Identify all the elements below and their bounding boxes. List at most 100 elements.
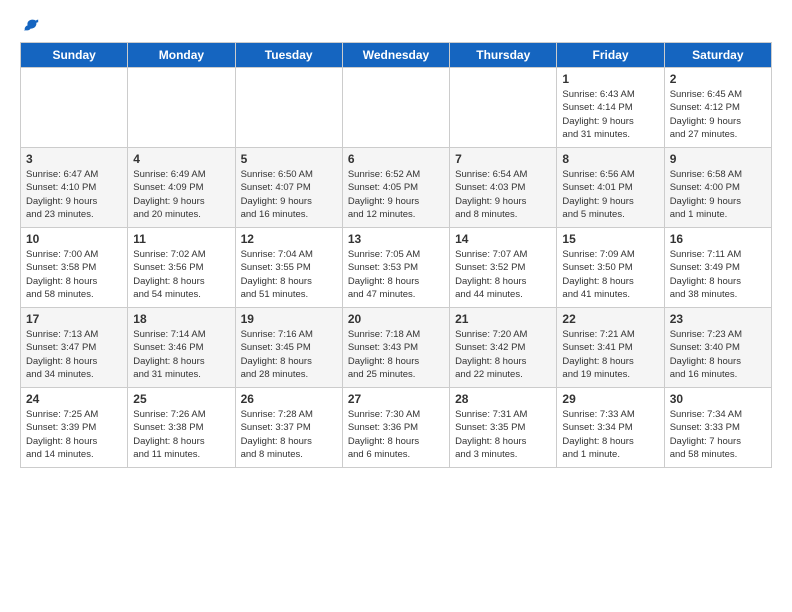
day-number: 21 (455, 312, 551, 326)
day-cell: 28 Sunrise: 7:31 AM Sunset: 3:35 PM Dayli… (450, 388, 557, 468)
day-info: Sunrise: 6:45 AM Sunset: 4:12 PM Dayligh… (670, 88, 766, 141)
day-cell: 24 Sunrise: 7:25 AM Sunset: 3:39 PM Dayli… (21, 388, 128, 468)
day-number: 20 (348, 312, 444, 326)
day-number: 13 (348, 232, 444, 246)
day-info: Sunrise: 7:09 AM Sunset: 3:50 PM Dayligh… (562, 248, 658, 301)
col-header-monday: Monday (128, 43, 235, 68)
day-info: Sunrise: 7:33 AM Sunset: 3:34 PM Dayligh… (562, 408, 658, 461)
day-cell: 20 Sunrise: 7:18 AM Sunset: 3:43 PM Dayli… (342, 308, 449, 388)
col-header-sunday: Sunday (21, 43, 128, 68)
page: SundayMondayTuesdayWednesdayThursdayFrid… (0, 0, 792, 612)
week-row-2: 3 Sunrise: 6:47 AM Sunset: 4:10 PM Daylig… (21, 148, 772, 228)
calendar-table: SundayMondayTuesdayWednesdayThursdayFrid… (20, 42, 772, 468)
col-header-tuesday: Tuesday (235, 43, 342, 68)
day-cell: 14 Sunrise: 7:07 AM Sunset: 3:52 PM Dayli… (450, 228, 557, 308)
day-number: 7 (455, 152, 551, 166)
day-cell: 16 Sunrise: 7:11 AM Sunset: 3:49 PM Dayli… (664, 228, 771, 308)
col-header-saturday: Saturday (664, 43, 771, 68)
day-info: Sunrise: 7:05 AM Sunset: 3:53 PM Dayligh… (348, 248, 444, 301)
day-info: Sunrise: 7:31 AM Sunset: 3:35 PM Dayligh… (455, 408, 551, 461)
week-row-1: 1 Sunrise: 6:43 AM Sunset: 4:14 PM Daylig… (21, 68, 772, 148)
day-cell: 18 Sunrise: 7:14 AM Sunset: 3:46 PM Dayli… (128, 308, 235, 388)
day-info: Sunrise: 6:58 AM Sunset: 4:00 PM Dayligh… (670, 168, 766, 221)
day-number: 10 (26, 232, 122, 246)
day-info: Sunrise: 7:26 AM Sunset: 3:38 PM Dayligh… (133, 408, 229, 461)
day-number: 1 (562, 72, 658, 86)
day-cell: 6Sunrise: 6:52 AM Sunset: 4:05 PM Daylig… (342, 148, 449, 228)
day-info: Sunrise: 7:25 AM Sunset: 3:39 PM Dayligh… (26, 408, 122, 461)
day-info: Sunrise: 7:23 AM Sunset: 3:40 PM Dayligh… (670, 328, 766, 381)
day-number: 16 (670, 232, 766, 246)
day-number: 25 (133, 392, 229, 406)
week-row-3: 10 Sunrise: 7:00 AM Sunset: 3:58 PM Dayli… (21, 228, 772, 308)
logo-text (20, 16, 40, 34)
day-cell (235, 68, 342, 148)
day-number: 22 (562, 312, 658, 326)
day-cell: 21Sunrise: 7:20 AM Sunset: 3:42 PM Dayli… (450, 308, 557, 388)
day-cell: 5Sunrise: 6:50 AM Sunset: 4:07 PM Daylig… (235, 148, 342, 228)
day-cell: 25 Sunrise: 7:26 AM Sunset: 3:38 PM Dayli… (128, 388, 235, 468)
day-cell: 15 Sunrise: 7:09 AM Sunset: 3:50 PM Dayli… (557, 228, 664, 308)
day-info: Sunrise: 6:54 AM Sunset: 4:03 PM Dayligh… (455, 168, 551, 221)
day-number: 2 (670, 72, 766, 86)
day-info: Sunrise: 7:07 AM Sunset: 3:52 PM Dayligh… (455, 248, 551, 301)
day-info: Sunrise: 7:21 AM Sunset: 3:41 PM Dayligh… (562, 328, 658, 381)
week-row-4: 17 Sunrise: 7:13 AM Sunset: 3:47 PM Dayli… (21, 308, 772, 388)
day-number: 18 (133, 312, 229, 326)
day-info: Sunrise: 7:34 AM Sunset: 3:33 PM Dayligh… (670, 408, 766, 461)
day-cell: 29 Sunrise: 7:33 AM Sunset: 3:34 PM Dayli… (557, 388, 664, 468)
day-info: Sunrise: 7:00 AM Sunset: 3:58 PM Dayligh… (26, 248, 122, 301)
day-number: 14 (455, 232, 551, 246)
day-number: 3 (26, 152, 122, 166)
day-cell: 19 Sunrise: 7:16 AM Sunset: 3:45 PM Dayli… (235, 308, 342, 388)
week-row-5: 24 Sunrise: 7:25 AM Sunset: 3:39 PM Dayli… (21, 388, 772, 468)
logo-bird-icon (22, 16, 40, 34)
day-info: Sunrise: 7:16 AM Sunset: 3:45 PM Dayligh… (241, 328, 337, 381)
day-info: Sunrise: 6:56 AM Sunset: 4:01 PM Dayligh… (562, 168, 658, 221)
day-number: 5 (241, 152, 337, 166)
day-cell: 8Sunrise: 6:56 AM Sunset: 4:01 PM Daylig… (557, 148, 664, 228)
day-info: Sunrise: 7:28 AM Sunset: 3:37 PM Dayligh… (241, 408, 337, 461)
day-number: 11 (133, 232, 229, 246)
day-info: Sunrise: 7:13 AM Sunset: 3:47 PM Dayligh… (26, 328, 122, 381)
day-number: 15 (562, 232, 658, 246)
day-cell: 17 Sunrise: 7:13 AM Sunset: 3:47 PM Dayli… (21, 308, 128, 388)
day-info: Sunrise: 6:43 AM Sunset: 4:14 PM Dayligh… (562, 88, 658, 141)
day-cell: 10 Sunrise: 7:00 AM Sunset: 3:58 PM Dayli… (21, 228, 128, 308)
day-info: Sunrise: 7:14 AM Sunset: 3:46 PM Dayligh… (133, 328, 229, 381)
day-cell (21, 68, 128, 148)
day-number: 27 (348, 392, 444, 406)
day-cell: 7 Sunrise: 6:54 AM Sunset: 4:03 PM Daylig… (450, 148, 557, 228)
day-info: Sunrise: 7:30 AM Sunset: 3:36 PM Dayligh… (348, 408, 444, 461)
day-cell: 11Sunrise: 7:02 AM Sunset: 3:56 PM Dayli… (128, 228, 235, 308)
day-cell: 1 Sunrise: 6:43 AM Sunset: 4:14 PM Daylig… (557, 68, 664, 148)
day-info: Sunrise: 6:49 AM Sunset: 4:09 PM Dayligh… (133, 168, 229, 221)
day-number: 19 (241, 312, 337, 326)
day-cell (450, 68, 557, 148)
day-cell: 4Sunrise: 6:49 AM Sunset: 4:09 PM Daylig… (128, 148, 235, 228)
day-number: 12 (241, 232, 337, 246)
day-number: 26 (241, 392, 337, 406)
day-cell: 9Sunrise: 6:58 AM Sunset: 4:00 PM Daylig… (664, 148, 771, 228)
day-cell: 23 Sunrise: 7:23 AM Sunset: 3:40 PM Dayli… (664, 308, 771, 388)
day-number: 23 (670, 312, 766, 326)
day-number: 29 (562, 392, 658, 406)
day-info: Sunrise: 7:18 AM Sunset: 3:43 PM Dayligh… (348, 328, 444, 381)
day-info: Sunrise: 6:47 AM Sunset: 4:10 PM Dayligh… (26, 168, 122, 221)
day-cell (128, 68, 235, 148)
day-cell: 26 Sunrise: 7:28 AM Sunset: 3:37 PM Dayli… (235, 388, 342, 468)
day-info: Sunrise: 6:52 AM Sunset: 4:05 PM Dayligh… (348, 168, 444, 221)
day-cell: 22 Sunrise: 7:21 AM Sunset: 3:41 PM Dayli… (557, 308, 664, 388)
day-cell: 13 Sunrise: 7:05 AM Sunset: 3:53 PM Dayli… (342, 228, 449, 308)
col-header-friday: Friday (557, 43, 664, 68)
day-number: 28 (455, 392, 551, 406)
day-info: Sunrise: 7:04 AM Sunset: 3:55 PM Dayligh… (241, 248, 337, 301)
day-number: 30 (670, 392, 766, 406)
day-info: Sunrise: 7:11 AM Sunset: 3:49 PM Dayligh… (670, 248, 766, 301)
header-area (20, 16, 772, 34)
day-number: 17 (26, 312, 122, 326)
day-cell: 2 Sunrise: 6:45 AM Sunset: 4:12 PM Daylig… (664, 68, 771, 148)
day-cell: 27 Sunrise: 7:30 AM Sunset: 3:36 PM Dayli… (342, 388, 449, 468)
day-number: 24 (26, 392, 122, 406)
header-row: SundayMondayTuesdayWednesdayThursdayFrid… (21, 43, 772, 68)
